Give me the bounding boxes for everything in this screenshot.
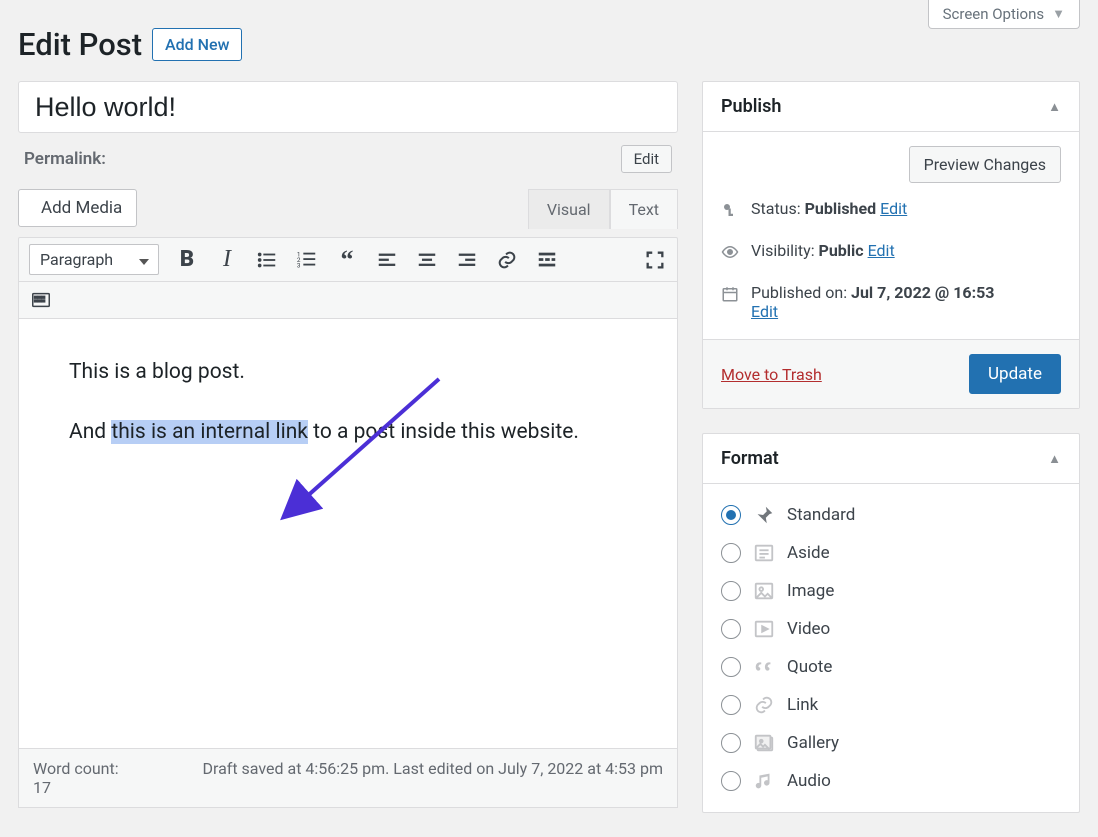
editor-toolbar: Paragraph B I 123 “ <box>18 237 678 319</box>
align-left-button[interactable] <box>375 248 399 272</box>
key-icon <box>721 201 739 223</box>
format-heading: Format <box>721 448 779 469</box>
bullet-list-button[interactable] <box>255 248 279 272</box>
insert-link-button[interactable] <box>495 248 519 272</box>
collapse-format-button[interactable]: ▲ <box>1048 451 1061 467</box>
visibility-label: Visibility: <box>751 241 819 260</box>
quote-icon <box>753 656 775 678</box>
published-on-label: Published on: <box>751 283 851 302</box>
add-media-button[interactable]: Add Media <box>18 189 137 227</box>
collapse-publish-button[interactable]: ▲ <box>1048 99 1061 115</box>
status-value: Published <box>805 199 877 218</box>
radio-icon <box>721 695 741 715</box>
gallery-icon <box>753 732 775 754</box>
visibility-value: Public <box>819 241 864 260</box>
word-count-value: 17 <box>33 778 51 797</box>
screen-options-label: Screen Options <box>943 5 1045 23</box>
format-option-quote[interactable]: Quote <box>721 648 1061 686</box>
format-label: Standard <box>787 505 855 525</box>
format-option-image[interactable]: Image <box>721 572 1061 610</box>
format-label: Image <box>787 581 834 601</box>
insert-more-button[interactable] <box>535 248 559 272</box>
format-label: Video <box>787 619 830 639</box>
editor-status-bar: Word count: 17 Draft saved at 4:56:25 pm… <box>18 749 678 808</box>
radio-icon <box>721 543 741 563</box>
format-option-gallery[interactable]: Gallery <box>721 724 1061 762</box>
toolbar-toggle-button[interactable] <box>29 288 53 312</box>
edit-date-link[interactable]: Edit <box>751 302 778 321</box>
permalink-label: Permalink: <box>24 149 106 169</box>
preview-changes-button[interactable]: Preview Changes <box>909 146 1061 183</box>
edit-visibility-link[interactable]: Edit <box>868 241 895 260</box>
format-label: Quote <box>787 657 832 677</box>
caret-down-icon: ▼ <box>1052 6 1065 22</box>
radio-icon <box>721 619 741 639</box>
post-title-input[interactable] <box>18 81 678 133</box>
tab-text[interactable]: Text <box>610 189 678 229</box>
add-new-button[interactable]: Add New <box>152 28 242 61</box>
svg-text:3: 3 <box>297 261 301 269</box>
audio-icon <box>753 770 775 792</box>
link-icon <box>753 694 775 716</box>
status-label: Status: <box>751 199 805 218</box>
image-icon <box>753 580 775 602</box>
format-option-standard[interactable]: Standard <box>721 496 1061 534</box>
format-label: Gallery <box>787 733 839 753</box>
screen-options-toggle[interactable]: Screen Options ▼ <box>928 0 1080 29</box>
publish-heading: Publish <box>721 96 781 117</box>
fullscreen-button[interactable] <box>643 248 667 272</box>
annotation-arrow <box>279 369 459 529</box>
radio-icon <box>721 505 741 525</box>
editor-content[interactable]: This is a blog post. And this is an inte… <box>18 319 678 749</box>
last-edited-text: Draft saved at 4:56:25 pm. Last edited o… <box>202 759 663 797</box>
numbered-list-button[interactable]: 123 <box>295 248 319 272</box>
format-option-aside[interactable]: Aside <box>721 534 1061 572</box>
format-label: Audio <box>787 771 831 791</box>
move-to-trash-link[interactable]: Move to Trash <box>721 365 822 384</box>
radio-icon <box>721 771 741 791</box>
format-option-video[interactable]: Video <box>721 610 1061 648</box>
update-button[interactable]: Update <box>969 354 1061 394</box>
page-title: Edit Post <box>18 26 142 63</box>
format-label: Link <box>787 695 818 715</box>
radio-icon <box>721 657 741 677</box>
radio-icon <box>721 733 741 753</box>
published-on-value: Jul 7, 2022 @ 16:53 <box>851 283 994 302</box>
eye-icon <box>721 243 739 265</box>
aside-icon <box>753 542 775 564</box>
format-metabox: Format ▲ Standard Aside Image Video Quote Lin… <box>702 433 1080 813</box>
bold-button[interactable]: B <box>175 248 199 272</box>
align-center-button[interactable] <box>415 248 439 272</box>
add-media-label: Add Media <box>41 198 122 218</box>
format-option-audio[interactable]: Audio <box>721 762 1061 800</box>
pin-icon <box>753 504 775 526</box>
content-line-2: And this is an internal link to a post i… <box>69 417 627 449</box>
content-line-1: This is a blog post. <box>69 357 627 389</box>
selected-text: this is an internal link <box>111 420 308 444</box>
edit-status-link[interactable]: Edit <box>880 199 907 218</box>
radio-icon <box>721 581 741 601</box>
publish-metabox: Publish ▲ Preview Changes Status: Publis… <box>702 81 1080 409</box>
blockquote-button[interactable]: “ <box>335 248 359 272</box>
italic-button[interactable]: I <box>215 248 239 272</box>
block-format-dropdown[interactable]: Paragraph <box>29 244 159 275</box>
align-right-button[interactable] <box>455 248 479 272</box>
permalink-edit-button[interactable]: Edit <box>621 145 672 173</box>
video-icon <box>753 618 775 640</box>
calendar-icon <box>721 285 739 307</box>
format-label: Aside <box>787 543 830 563</box>
tab-visual[interactable]: Visual <box>528 189 610 229</box>
format-option-link[interactable]: Link <box>721 686 1061 724</box>
word-count-label: Word count: <box>33 759 119 778</box>
